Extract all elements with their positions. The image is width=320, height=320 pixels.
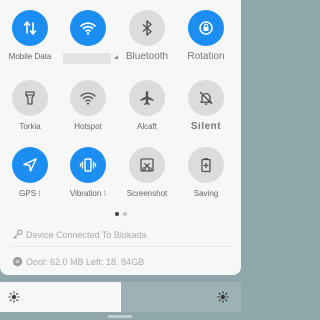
tile-silent[interactable]: Silent	[176, 80, 236, 132]
page-dot-active[interactable]	[114, 212, 119, 216]
vpn-status-text: Device Connected To Blokada	[26, 229, 147, 240]
tile-airplane[interactable]: Alcaft	[117, 80, 177, 132]
wifi-icon	[70, 10, 106, 46]
more-indicator: ⁝	[36, 189, 41, 198]
tile-mobile-data-label: Mobile Data	[8, 52, 52, 61]
quick-settings-panel: Mobile Data Bluetooth Rotation Torkia Ho…	[0, 0, 241, 275]
silent-bell-icon	[188, 80, 224, 116]
tile-screenshot-label: Screenshot	[126, 189, 168, 198]
battery-saver-icon	[188, 147, 224, 183]
tile-battery-saver[interactable]: Saving	[176, 147, 236, 199]
tile-gps-label: GPS ⁝	[19, 189, 41, 198]
tile-rotation-label: Rotation	[187, 52, 225, 62]
tile-bluetooth[interactable]: Bluetooth	[117, 10, 177, 62]
bluetooth-icon	[129, 10, 165, 46]
tile-flashlight[interactable]: Torkia	[0, 80, 60, 132]
tile-vibration-label: Vibration ⁝	[69, 189, 107, 198]
more-indicator: ⁝	[101, 189, 107, 198]
tile-bluetooth-label: Bluetooth	[125, 52, 169, 62]
tile-battery-saver-label: Saving	[193, 189, 219, 198]
wifi-network-name	[63, 53, 111, 64]
page-indicator	[0, 212, 241, 216]
tile-hotspot-label: Hotspot	[74, 122, 102, 131]
tile-hotspot[interactable]: Hotspot	[58, 80, 118, 132]
page-dot-inactive[interactable]	[122, 212, 127, 216]
brightness-low-icon	[8, 291, 20, 303]
vibration-icon	[70, 147, 106, 183]
tile-vibration[interactable]: Vibration ⁝	[58, 147, 118, 199]
screenshot-icon	[129, 147, 165, 183]
tile-silent-label: Silent	[190, 122, 222, 132]
location-icon	[12, 147, 48, 183]
drag-handle[interactable]	[108, 315, 132, 318]
rotation-lock-icon	[188, 10, 224, 46]
hotspot-icon	[70, 80, 106, 116]
data-usage-row[interactable]: Oool: 62.0 MB Left: 18. 84GB	[12, 256, 144, 267]
flashlight-icon	[12, 80, 48, 116]
tile-airplane-label: Alcaft	[136, 122, 157, 131]
airplane-icon	[129, 80, 165, 116]
data-usage-icon	[12, 256, 23, 267]
tile-rotation[interactable]: Rotation	[176, 10, 236, 62]
vpn-status-row[interactable]: Device Connected To Blokada	[12, 229, 146, 240]
tile-flashlight-label: Torkia	[19, 122, 41, 131]
data-usage-text: Oool: 62.0 MB Left: 18. 84GB	[26, 256, 145, 267]
tile-mobile-data[interactable]: Mobile Data	[0, 10, 60, 62]
tile-gps[interactable]: GPS ⁝	[0, 147, 60, 199]
brightness-high-icon	[217, 291, 229, 303]
tile-screenshot[interactable]: Screenshot	[117, 147, 177, 199]
key-icon	[13, 229, 23, 239]
brightness-slider[interactable]	[0, 282, 241, 312]
tile-wifi[interactable]	[58, 10, 118, 46]
mobile-data-icon	[12, 10, 48, 46]
divider	[10, 246, 232, 247]
